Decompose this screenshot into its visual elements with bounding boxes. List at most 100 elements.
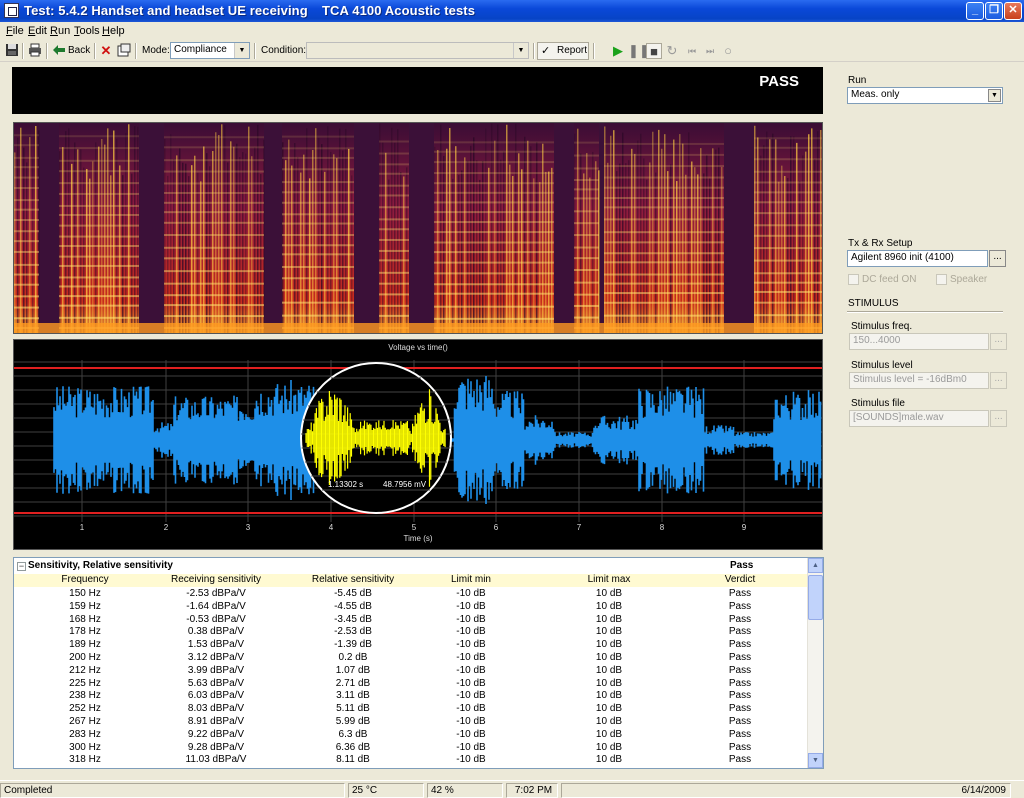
- table-cell: 8.91 dBPa/V: [187, 716, 245, 727]
- table-cell: -10 dB: [456, 754, 486, 766]
- stimulus-file-browse-button[interactable]: ...: [990, 410, 1007, 427]
- table-row[interactable]: 189 Hz 1.53 dBPa/V -1.39 dB -10 dB 10 dB Pass: [14, 639, 809, 652]
- table-cell: -10 dB: [456, 728, 486, 740]
- table-cell: 8.11 dB: [336, 754, 370, 766]
- toolbar-separator: [254, 43, 256, 59]
- chevron-down-icon: ▼: [988, 89, 1001, 102]
- stimulus-freq-browse-button[interactable]: ...: [990, 333, 1007, 350]
- table-row[interactable]: 267 Hz 8.91 dBPa/V 5.99 dB -10 dB 10 dB Pass: [14, 716, 809, 729]
- table-row[interactable]: 238 Hz 6.03 dBPa/V 3.11 dB -10 dB 10 dB Pass: [14, 690, 809, 703]
- table-row[interactable]: 150 Hz -2.53 dBPa/V -5.45 dB -10 dB 10 dB Pas…: [14, 588, 809, 601]
- report-toggle[interactable]: ✓ Report: [537, 42, 589, 60]
- stimulus-level-label: Stimulus level: [851, 360, 913, 371]
- pause-icon[interactable]: ❚❚: [628, 43, 650, 59]
- x-tick-label: 9: [742, 523, 747, 532]
- scroll-up-icon[interactable]: ▲: [808, 558, 823, 573]
- menu-run[interactable]: Run: [50, 25, 70, 37]
- table-row[interactable]: 252 Hz 8.03 dBPa/V 5.11 dB -10 dB 10 dB Pass: [14, 703, 809, 716]
- waveform-plot: Voltage vs time() 1 2 3 4 5 6 7 8 9 Time (s) 1.1…: [13, 339, 823, 550]
- app-icon[interactable]: [4, 3, 19, 18]
- toolbar: Back ✕ Mode: Compliance ▼ Condition: ▼ ✓…: [0, 40, 1024, 62]
- scroll-down-icon[interactable]: ▼: [808, 753, 823, 768]
- menu-tools[interactable]: Tools: [74, 25, 100, 37]
- report-label: Report: [557, 45, 588, 56]
- loop-icon[interactable]: ↻: [664, 43, 680, 59]
- table-cell: Pass: [728, 588, 752, 599]
- column-header: Receiving sensitivity: [170, 574, 262, 585]
- waveform-title: Voltage vs time(): [388, 343, 448, 352]
- record-icon[interactable]: ○: [720, 43, 736, 59]
- column-header-row: Frequency Receiving sensitivity Relative…: [14, 574, 809, 587]
- menu-edit[interactable]: Edit: [28, 25, 47, 37]
- table-cell: -10 dB: [456, 588, 486, 599]
- stop-icon[interactable]: ■: [646, 43, 662, 59]
- back-label: Back: [68, 45, 91, 56]
- section-title: Sensitivity, Relative sensitivity: [28, 560, 173, 571]
- print-icon[interactable]: [27, 43, 43, 59]
- table-row[interactable]: 178 Hz 0.38 dBPa/V -2.53 dB -10 dB 10 dB Pass: [14, 626, 809, 639]
- toolbar-separator: [533, 43, 535, 59]
- spectrogram-canvas: [14, 123, 822, 333]
- save-icon[interactable]: [4, 43, 20, 59]
- mode-select[interactable]: Compliance ▼: [170, 42, 250, 59]
- setup-field[interactable]: Agilent 8960 init (4100): [847, 250, 988, 267]
- scroll-thumb[interactable]: [808, 575, 823, 620]
- column-header: Limit min: [450, 574, 491, 585]
- menu-help[interactable]: Help: [102, 25, 125, 37]
- collapse-icon[interactable]: −: [17, 562, 26, 571]
- table-cell: 189 Hz: [69, 639, 101, 651]
- maximize-button[interactable]: ❐: [985, 2, 1003, 20]
- table-cell: 5.63 dBPa/V: [187, 677, 245, 689]
- close-button[interactable]: ✕: [1004, 2, 1022, 20]
- play-icon[interactable]: ▶: [610, 43, 626, 59]
- cursor-voltage-readout: 48.7956 mV: [383, 480, 427, 489]
- table-cell: Pass: [728, 626, 752, 638]
- table-row[interactable]: 168 Hz -0.53 dBPa/V -3.45 dB -10 dB 10 dB Pas…: [14, 614, 809, 627]
- x-tick-label: 5: [412, 523, 417, 532]
- table-cell: 10 dB: [595, 741, 623, 753]
- table-cell: 11.03 dBPa/V: [185, 754, 247, 766]
- stimulus-level-value: Stimulus level = -16dBm0: [853, 374, 967, 385]
- setup-value: Agilent 8960 init (4100): [851, 252, 954, 263]
- stimulus-heading: STIMULUS: [848, 298, 899, 309]
- stimulus-level-field[interactable]: Stimulus level = -16dBm0: [849, 372, 989, 389]
- minimize-button[interactable]: _: [966, 2, 984, 20]
- table-row[interactable]: 300 Hz 9.28 dBPa/V 6.36 dB -10 dB 10 dB Pass: [14, 742, 809, 755]
- table-row[interactable]: 225 Hz 5.63 dBPa/V 2.71 dB -10 dB 10 dB Pass: [14, 678, 809, 691]
- stimulus-file-field[interactable]: [SOUNDS]male.wav: [849, 410, 989, 427]
- skip-forward-icon[interactable]: ⏭: [702, 43, 718, 59]
- table-cell: Pass: [728, 664, 752, 676]
- table-row[interactable]: 318 Hz 11.03 dBPa/V 8.11 dB -10 dB 10 dB Pass: [14, 754, 809, 767]
- skip-back-icon[interactable]: ⏮: [684, 43, 700, 59]
- results-section-header[interactable]: − Sensitivity, Relative sensitivity Pass: [14, 558, 809, 574]
- x-tick-label: 7: [577, 523, 582, 532]
- menu-file[interactable]: File: [6, 25, 24, 37]
- table-row[interactable]: 200 Hz 3.12 dBPa/V 0.2 dB -10 dB 10 dB Pass: [14, 652, 809, 665]
- table-cell: -10 dB: [456, 703, 486, 715]
- mode-value: Compliance: [174, 44, 227, 55]
- table-cell: 8.03 dBPa/V: [187, 703, 245, 715]
- stimulus-level-browse-button[interactable]: ...: [990, 372, 1007, 389]
- speaker-checkbox[interactable]: [936, 274, 947, 285]
- table-cell: Pass: [728, 639, 752, 651]
- table-cell: -10 dB: [456, 716, 486, 727]
- setup-browse-button[interactable]: ...: [989, 250, 1006, 267]
- table-cell: Pass: [728, 677, 752, 689]
- run-select[interactable]: Meas. only ▼: [847, 87, 1003, 104]
- table-row[interactable]: 212 Hz 3.99 dBPa/V 1.07 dB -10 dB 10 dB Pass: [14, 665, 809, 678]
- section-verdict: Pass: [730, 560, 754, 571]
- back-button[interactable]: Back: [51, 42, 91, 60]
- table-cell: 9.28 dBPa/V: [187, 741, 245, 753]
- table-row[interactable]: 159 Hz -1.64 dBPa/V -4.55 dB -10 dB 10 dB Pas…: [14, 601, 809, 614]
- table-row[interactable]: 283 Hz 9.22 dBPa/V 6.3 dB -10 dB 10 dB Pass: [14, 729, 809, 742]
- table-cell: 252 Hz: [69, 703, 101, 715]
- dc-feed-checkbox[interactable]: [848, 274, 859, 285]
- status-text: Completed: [0, 783, 345, 798]
- table-cell: -0.53 dBPa/V: [186, 613, 246, 625]
- properties-icon[interactable]: [116, 43, 132, 59]
- table-cell: -4.55 dB: [334, 600, 372, 612]
- stimulus-freq-field[interactable]: 150...4000: [849, 333, 989, 350]
- results-scrollbar[interactable]: ▲ ▼: [807, 558, 823, 768]
- delete-icon[interactable]: ✕: [98, 43, 114, 59]
- condition-select[interactable]: ▼: [306, 42, 529, 59]
